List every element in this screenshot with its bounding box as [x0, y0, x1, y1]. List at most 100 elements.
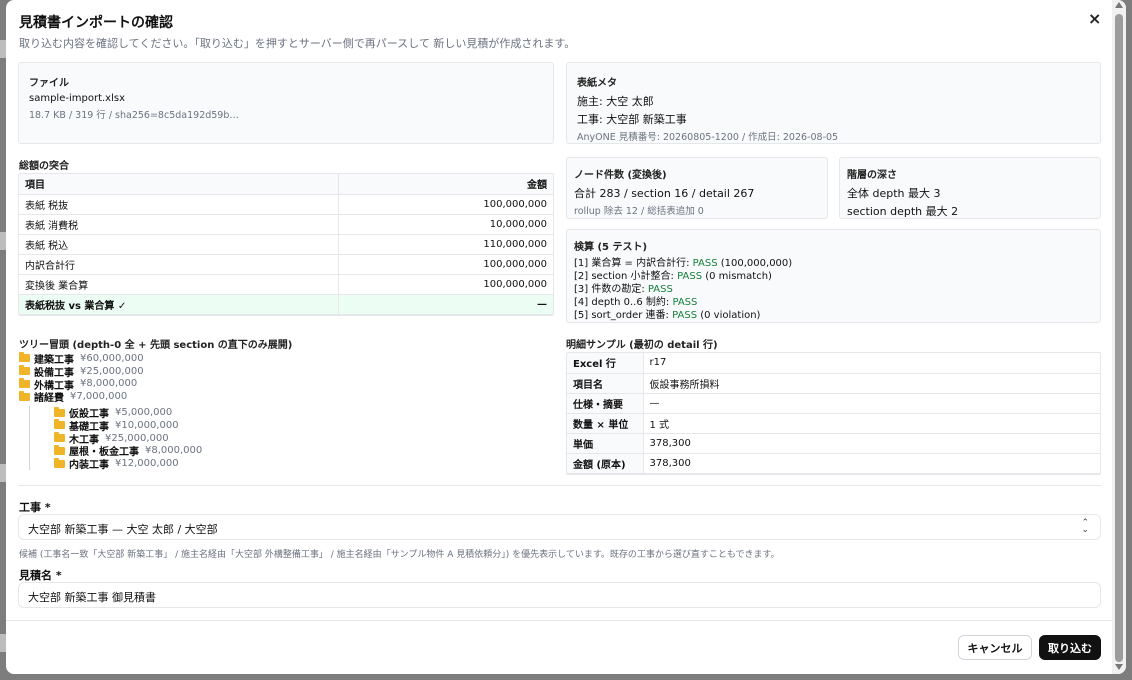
estimate-name-input[interactable]: 大空部 新築工事 御見積書 [18, 582, 1101, 608]
row-amount: 100,000,000 [338, 274, 553, 295]
test-label: [2] section 小計整合: [574, 271, 674, 282]
dialog-subtitle: 取り込む内容を確認してください。「取り込む」を押すとサーバー側で再パースして 新… [19, 37, 576, 50]
folder-icon [54, 432, 65, 443]
check-amount: — [338, 294, 553, 315]
check-row: 表紙税抜 vs 業合算 ✓ — [19, 294, 553, 315]
file-card: ファイル sample-import.xlsx 18.7 KB / 319 行 … [18, 62, 554, 144]
estimate-name-value: 大空部 新築工事 御見積書 [28, 591, 156, 604]
tree-node[interactable]: 諸経費 ¥7,000,000 [19, 390, 202, 405]
tree-node-amount: ¥12,000,000 [115, 458, 179, 470]
scroll-up-icon[interactable] [1115, 2, 1123, 8]
sample-key: 仕様・摘要 [567, 393, 644, 414]
node-count-sub: rollup 除去 12 / 総括表追加 0 [574, 206, 704, 217]
col-amount-header: 金額 [338, 174, 553, 195]
scrollbar-thumb[interactable] [1115, 14, 1123, 662]
tree-node-amount: ¥7,000,000 [70, 391, 128, 403]
folder-icon [19, 365, 30, 376]
table-row: 変換後 業合算 100,000,000 [19, 274, 553, 295]
section-divider [18, 485, 1101, 486]
test-result: PASS [672, 310, 698, 321]
test-extra: (0 violation) [700, 310, 761, 321]
table-row: 金額 (原本) 378,300 [567, 453, 1100, 474]
table-row: 項目名 仮設事務所損料 [567, 373, 1100, 394]
node-count-card: ノード件数 (変換後) 合計 283 / section 16 / detail… [566, 157, 828, 219]
table-row: 単価 378,300 [567, 433, 1100, 454]
folder-icon [54, 419, 65, 430]
import-button[interactable]: 取り込む [1039, 635, 1101, 660]
cover-project: 工事: 大空部 新築工事 [577, 113, 687, 126]
footer-divider [6, 620, 1112, 621]
scroll-down-icon[interactable] [1115, 664, 1123, 670]
verify-heading: 検算 (5 テスト) [574, 242, 648, 253]
row-amount: 110,000,000 [338, 234, 553, 255]
sample-table: Excel 行 r17 項目名 仮設事務所損料 仕様・摘要 — 数量 × 単位 … [566, 352, 1101, 475]
table-header-row: 項目 金額 [19, 174, 553, 195]
project-label: 工事 * [19, 501, 51, 514]
row-amount: 100,000,000 [338, 254, 553, 275]
test-result: PASS [677, 271, 703, 282]
table-row: 表紙 税抜 100,000,000 [19, 194, 553, 215]
table-row: 仕様・摘要 — [567, 393, 1100, 414]
verify-card: 検算 (5 テスト) [1] 業合算 = 内訳合計行: PASS (100,00… [566, 229, 1101, 323]
verify-test-row: [5] sort_order 連番: PASS (0 violation) [574, 309, 792, 322]
folder-icon [19, 390, 30, 401]
cover-meta-card: 表紙メタ 施主: 大空 太郎 工事: 大空部 新築工事 AnyONE 見積番号:… [566, 62, 1101, 144]
check-item: 表紙税抜 vs 業合算 ✓ [19, 294, 340, 315]
sample-value: 378,300 [643, 453, 1100, 474]
verify-test-row: [2] section 小計整合: PASS (0 mismatch) [574, 270, 792, 283]
section-tree: 建築工事 ¥60,000,000 設備工事 ¥25,000,000 外構工事 ¥… [19, 352, 203, 472]
estimate-name-label: 見積名 * [19, 569, 62, 582]
close-icon[interactable]: × [1088, 9, 1101, 28]
verify-test-row: [3] 件数の勘定: PASS [574, 283, 792, 296]
tree-node-name: 諸経費 [34, 393, 64, 405]
cancel-button[interactable]: キャンセル [958, 635, 1032, 660]
sample-value: 1 式 [643, 413, 1100, 434]
import-confirm-dialog: 見積書インポートの確認 取り込む内容を確認してください。「取り込む」を押すとサー… [6, 0, 1126, 674]
depth-card: 階層の深さ 全体 depth 最大 3 section depth 最大 2 [839, 157, 1101, 219]
tree-node[interactable]: 内装工事 ¥12,000,000 [30, 457, 202, 472]
tree-node-amount: ¥8,000,000 [80, 378, 138, 390]
test-result: PASS [672, 297, 698, 308]
test-label: [5] sort_order 連番: [574, 310, 669, 321]
row-amount: 10,000,000 [338, 214, 553, 235]
test-result: PASS [647, 284, 673, 295]
chevron-updown-icon: ⌃ ⌄ [1081, 518, 1089, 535]
tree-node-amount: ¥8,000,000 [145, 445, 203, 457]
cover-client: 施主: 大空 太郎 [577, 95, 654, 108]
sample-value: 378,300 [643, 433, 1100, 454]
dialog-title: 見積書インポートの確認 [19, 15, 173, 31]
file-card-heading: ファイル [29, 78, 69, 89]
test-label: [4] depth 0..6 制約: [574, 297, 670, 308]
row-item: 変換後 業合算 [19, 274, 340, 295]
tree-node[interactable]: 基礎工事 ¥10,000,000 [30, 419, 202, 433]
scrollbar[interactable] [1112, 0, 1126, 674]
table-row: 内訳合計行 100,000,000 [19, 254, 553, 275]
row-item: 内訳合計行 [19, 254, 340, 275]
row-amount: 100,000,000 [338, 194, 553, 215]
row-item: 表紙 税抜 [19, 194, 340, 215]
depth-heading: 階層の深さ [847, 170, 897, 181]
cover-meta-line: AnyONE 見積番号: 20260805-1200 / 作成日: 2026-0… [577, 132, 839, 143]
project-select-value: 大空部 新築工事 — 大空 太郎 / 大空部 [28, 523, 218, 536]
tree-node-amount: ¥25,000,000 [105, 432, 169, 444]
test-extra: (100,000,000) [720, 258, 793, 269]
row-item: 表紙 消費税 [19, 214, 340, 235]
project-select[interactable]: 大空部 新築工事 — 大空 太郎 / 大空部 ⌃ ⌄ [18, 514, 1101, 540]
row-item: 表紙 税込 [19, 234, 340, 255]
sample-value: — [643, 393, 1100, 414]
tree-node-amount: ¥10,000,000 [115, 419, 179, 431]
node-count-value: 合計 283 / section 16 / detail 267 [574, 187, 755, 200]
test-label: [1] 業合算 = 内訳合計行: [574, 258, 690, 269]
tree-node[interactable]: 仮設工事 ¥5,000,000 [30, 406, 202, 420]
table-row: 表紙 税込 110,000,000 [19, 234, 553, 255]
folder-icon [54, 406, 65, 417]
verify-test-row: [1] 業合算 = 内訳合計行: PASS (100,000,000) [574, 257, 792, 270]
file-meta: 18.7 KB / 319 行 / sha256=8c5da192d59b… [29, 110, 239, 121]
tree-children: 仮設工事 ¥5,000,000 基礎工事 ¥10,000,000 木工事 ¥25… [29, 406, 203, 472]
test-result: PASS [692, 258, 718, 269]
sample-value: r17 [643, 353, 1100, 374]
tree-node-name: 内装工事 [69, 460, 109, 472]
sample-key: 項目名 [567, 373, 644, 394]
tree-node[interactable]: 屋根・板金工事 ¥8,000,000 [30, 444, 203, 458]
folder-icon [19, 352, 30, 363]
